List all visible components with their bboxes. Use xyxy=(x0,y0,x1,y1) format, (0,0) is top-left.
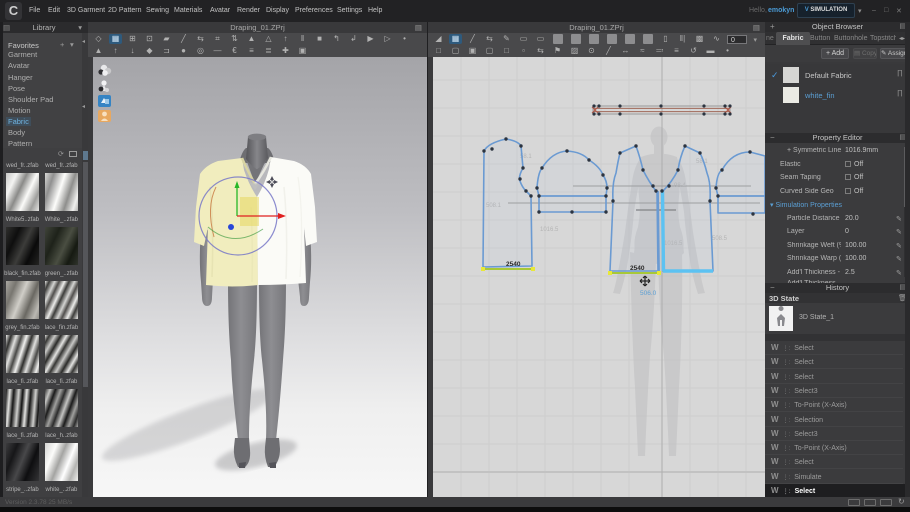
svg-text:2540: 2540 xyxy=(506,261,521,268)
svg-text:1016.5: 1016.5 xyxy=(540,227,559,233)
svg-text:2540: 2540 xyxy=(630,265,645,272)
svg-text:506.0: 506.0 xyxy=(640,290,657,297)
svg-text:508.5: 508.5 xyxy=(712,236,728,242)
